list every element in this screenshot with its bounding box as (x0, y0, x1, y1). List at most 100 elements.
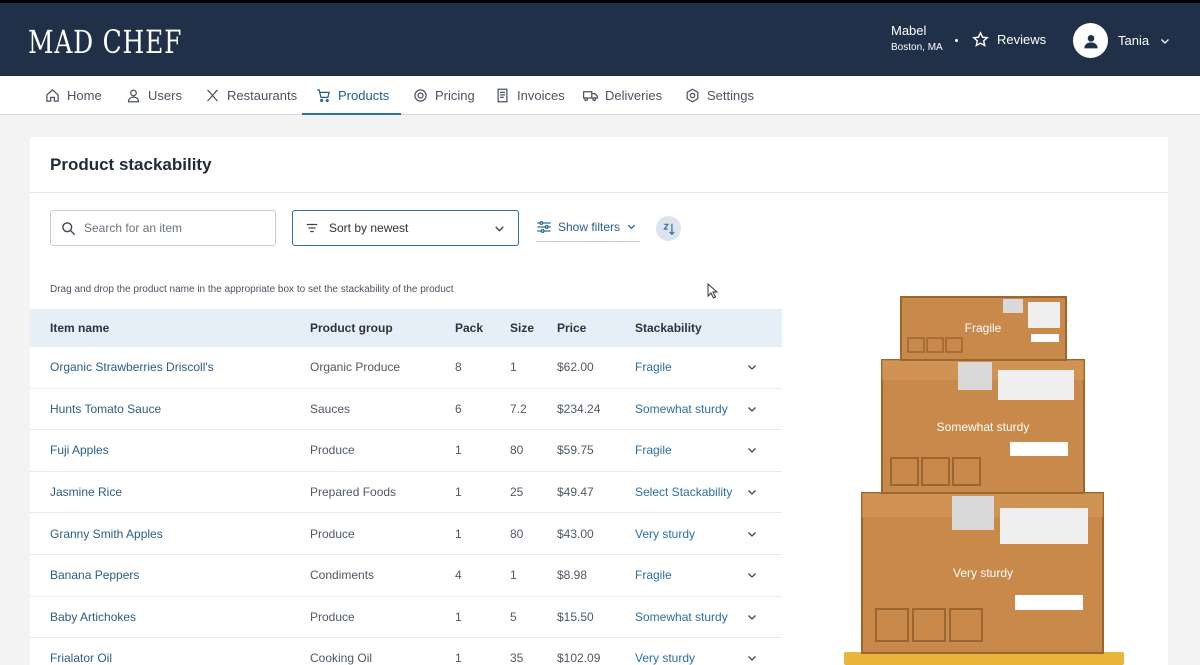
account-menu[interactable]: Tania (1073, 23, 1171, 58)
search-input[interactable] (84, 221, 264, 235)
row-dropdown-button[interactable] (746, 389, 758, 430)
col-item-name[interactable]: Item name (50, 309, 109, 347)
nav-item-invoices[interactable]: Invoices (495, 76, 565, 115)
item-name[interactable]: Banana Peppers (50, 555, 139, 596)
item-name[interactable]: Hunts Tomato Sauce (50, 389, 161, 430)
col-pack[interactable]: Pack (455, 309, 483, 347)
col-size[interactable]: Size (510, 309, 534, 347)
top-header: MAD CHEF Mabel Boston, MA Reviews Tania (0, 0, 1200, 76)
table-row: Frialator Oil Cooking Oil 1 35 $102.09 V… (30, 638, 782, 665)
product-group: Produce (310, 609, 355, 624)
product-group: Produce (310, 443, 355, 458)
nav-label: Restaurants (227, 88, 298, 103)
chevron-down-icon (748, 614, 756, 620)
item-name[interactable]: Jasmine Rice (50, 472, 122, 513)
box-stack-illustration: Very sturdy Somewhat sturdy Fragile (844, 296, 1124, 665)
item-name[interactable]: Granny Smith Apples (50, 513, 163, 554)
stackability-value[interactable]: Fragile (635, 347, 672, 388)
pack-value: 6 (455, 401, 462, 416)
row-dropdown-button[interactable] (746, 513, 758, 554)
nav-label: Deliveries (605, 88, 663, 103)
price-value: $15.50 (557, 609, 594, 624)
row-dropdown-button[interactable] (746, 638, 758, 665)
instruction-text: Drag and drop the product name in the ap… (50, 284, 454, 295)
nav-item-deliveries[interactable]: Deliveries (583, 76, 662, 115)
size-value: 5 (510, 609, 517, 624)
row-dropdown-button[interactable] (746, 555, 758, 596)
price-value: $43.00 (557, 526, 594, 541)
chevron-down-icon (495, 225, 504, 232)
stackability-value[interactable]: Somewhat sturdy (635, 597, 728, 638)
table-row: Hunts Tomato Sauce Sauces 6 7.2 $234.24 … (30, 389, 782, 431)
product-group: Organic Produce (310, 360, 401, 375)
nav-item-products[interactable]: Products (301, 76, 402, 115)
pricing-icon (414, 89, 427, 102)
item-name[interactable]: Frialator Oil (50, 638, 112, 665)
col-stackability[interactable]: Stackability (635, 309, 702, 347)
price-value: $102.09 (557, 651, 601, 665)
size-value: 1 (510, 568, 517, 583)
nav-label: Pricing (435, 88, 475, 103)
drop-box-fragile[interactable]: Fragile (900, 296, 1067, 361)
table-row: Organic Strawberries Driscoll's Organic … (30, 347, 782, 389)
row-dropdown-button[interactable] (746, 597, 758, 638)
nav-item-users[interactable]: Users (126, 76, 182, 115)
item-name[interactable]: Organic Strawberries Driscoll's (50, 347, 214, 388)
price-value: $8.98 (557, 568, 588, 583)
row-dropdown-button[interactable] (746, 347, 758, 388)
col-price[interactable]: Price (557, 309, 586, 347)
price-value: $59.75 (557, 443, 594, 458)
chevron-down-icon (748, 573, 756, 579)
fragile-label: Fragile (965, 321, 1002, 335)
divider (30, 192, 1168, 193)
search-box[interactable] (50, 210, 276, 246)
col-product-group[interactable]: Product group (310, 309, 393, 347)
somewhat-sturdy-label: Somewhat sturdy (937, 420, 1030, 434)
home-icon (46, 89, 59, 102)
table-header: Item name Product group Pack Size Price … (30, 309, 782, 347)
pack-value: 1 (455, 443, 462, 458)
stackability-value[interactable]: Select Stackability (635, 472, 732, 513)
pack-value: 4 (455, 568, 462, 583)
stackability-value[interactable]: Fragile (635, 555, 672, 596)
app-logo[interactable]: MAD CHEF (28, 23, 182, 61)
price-value: $49.47 (557, 485, 594, 500)
table-row: Jasmine Rice Prepared Foods 1 25 $49.47 … (30, 472, 782, 514)
user-name: Mabel (891, 23, 927, 38)
item-name[interactable]: Baby Artichokes (50, 597, 136, 638)
nav-label: Invoices (517, 88, 565, 103)
row-dropdown-button[interactable] (746, 430, 758, 471)
table-row: Baby Artichokes Produce 1 5 $15.50 Somew… (30, 597, 782, 639)
main-nav: Home Users Restaurants Products Pricing … (0, 76, 1200, 115)
drop-box-very-sturdy[interactable]: Very sturdy (861, 492, 1104, 654)
drop-box-somewhat-sturdy[interactable]: Somewhat sturdy (881, 359, 1085, 494)
truck-icon (583, 91, 598, 102)
item-name[interactable]: Fuji Apples (50, 430, 109, 471)
stackability-value[interactable]: Very sturdy (635, 638, 695, 665)
table-row: Banana Peppers Condiments 4 1 $8.98 Frag… (30, 555, 782, 597)
chevron-down-icon (748, 531, 756, 537)
sort-az-icon (662, 223, 675, 235)
size-value: 80 (510, 526, 524, 541)
sort-dropdown[interactable]: Sort by newest (292, 210, 519, 246)
nav-item-home[interactable]: Home (45, 76, 102, 115)
nav-item-restaurants[interactable]: Restaurants (205, 76, 297, 115)
nav-item-pricing[interactable]: Pricing (413, 76, 475, 115)
stackability-value[interactable]: Very sturdy (635, 513, 695, 554)
utensils-icon (207, 89, 218, 102)
show-filters-button[interactable]: Show filters (536, 212, 640, 242)
row-dropdown-button[interactable] (746, 472, 758, 513)
reviews-link[interactable]: Reviews (972, 31, 1046, 48)
page-title: Product stackability (50, 155, 212, 174)
stackability-value[interactable]: Fragile (635, 430, 672, 471)
sort-direction-button[interactable] (656, 216, 681, 241)
pack-value: 1 (455, 526, 462, 541)
stackability-value[interactable]: Somewhat sturdy (635, 389, 728, 430)
star-icon (972, 31, 989, 47)
invoice-icon (497, 88, 508, 103)
nav-item-settings[interactable]: Settings (685, 76, 754, 115)
gear-icon (686, 88, 699, 103)
user-city: Boston, MA (891, 42, 943, 53)
chevron-down-icon (748, 406, 756, 412)
nav-label: Home (67, 88, 102, 103)
